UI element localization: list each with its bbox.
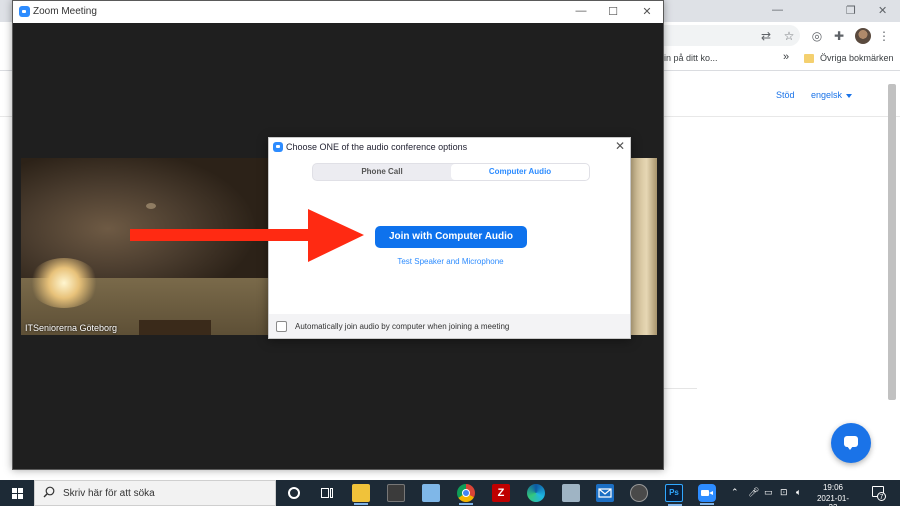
maximize-icon[interactable]: ☐ [606,5,620,18]
filezilla-icon[interactable]: Z [492,484,510,502]
edge-icon[interactable] [527,484,545,502]
bookmark-star-icon[interactable]: ☆ [782,29,796,43]
close-icon[interactable]: ✕ [878,4,887,17]
photos-icon[interactable] [422,484,440,502]
window-title: Zoom Meeting [33,6,97,17]
extensions-puzzle-icon[interactable]: ✚ [832,29,846,43]
participant-name: ITSeniorerna Göteborg [25,323,118,333]
photoshop-icon[interactable]: Ps [665,484,683,506]
join-computer-audio-button[interactable]: Join with Computer Audio [375,226,527,248]
language-select[interactable]: engelsk [811,90,853,100]
bookmarks-overflow-icon[interactable]: » [783,51,789,63]
auto-join-checkbox[interactable] [276,321,287,332]
bookmark-item[interactable]: in på ditt ko... [664,53,718,63]
audio-tabs: Phone Call Computer Audio [312,163,590,181]
lamp-glow [29,258,99,308]
network-icon[interactable]: ⊡ [780,487,788,497]
zoom-titlebar: Zoom Meeting — ☐ ✕ [13,1,663,23]
notification-count-badge: 7 [877,492,886,501]
folder-icon [804,54,814,63]
bookmark-folder-other[interactable]: Övriga bokmärken [820,53,894,63]
close-icon[interactable]: ✕ [640,5,654,18]
task-view-icon[interactable] [318,484,336,502]
address-bar[interactable] [640,25,800,46]
windows-taskbar: Skriv här för att söka Z Ps ⌃ 🎤︎ ▭ ⊡ 🔈︎ … [0,480,900,506]
taskbar-search-box[interactable]: Skriv här för att söka [34,480,276,506]
profile-avatar[interactable] [855,28,871,44]
support-link[interactable]: Stöd [776,90,795,100]
windows-start-icon[interactable] [12,488,23,499]
minimize-icon[interactable]: — [772,4,783,16]
app-icon[interactable] [562,484,580,502]
extension-lens-icon[interactable]: ◎ [810,29,824,43]
speaker-muted-icon[interactable]: 🔈︎ [796,487,801,497]
minimize-icon[interactable]: — [574,5,588,17]
zoom-logo-icon [19,6,30,17]
tab-computer-audio[interactable]: Computer Audio [451,164,589,180]
divider [663,388,697,389]
close-icon[interactable]: ✕ [613,139,627,153]
participant-video-secondary[interactable] [631,158,657,335]
mail-icon[interactable] [596,484,614,502]
chevron-down-icon [846,93,853,98]
clock-date[interactable]: 2021-01-23 [813,494,853,506]
red-arrow-annotation [130,209,364,262]
zoom-app-icon[interactable] [698,484,716,505]
clock-time[interactable]: 19:06 [813,483,853,492]
cortana-icon[interactable] [285,484,303,502]
chat-button[interactable] [831,423,871,463]
more-menu-icon[interactable]: ⋮ [877,29,891,43]
search-icon [43,486,55,498]
search-placeholder: Skriv här för att söka [63,488,155,499]
file-explorer-icon[interactable] [352,484,370,505]
chevron-up-icon[interactable]: ⌃ [731,487,739,497]
restore-icon[interactable]: ❐ [846,4,856,17]
store-icon[interactable] [387,484,405,502]
chrome-icon[interactable] [457,484,475,505]
tab-phone-call[interactable]: Phone Call [313,164,451,180]
dialog-footer: Automatically join audio by computer whe… [269,314,630,338]
page-scrollbar[interactable] [888,84,896,400]
microphone-icon[interactable]: 🎤︎ [748,487,759,497]
zoom-logo-icon [273,142,283,152]
auto-join-label: Automatically join audio by computer whe… [295,322,510,331]
translate-icon[interactable]: ⇄ [759,29,773,43]
battery-icon[interactable]: ▭ [764,487,773,497]
language-label: engelsk [811,90,843,100]
audio-app-icon[interactable] [630,484,648,502]
dialog-title: Choose ONE of the audio conference optio… [286,142,468,152]
